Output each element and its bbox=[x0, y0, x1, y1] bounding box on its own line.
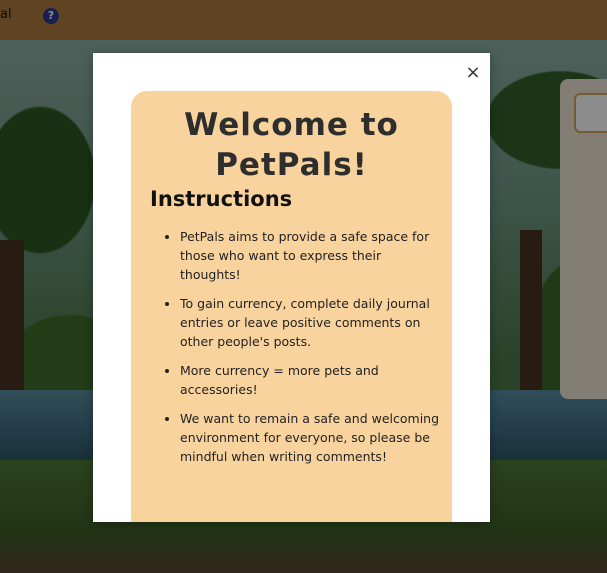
close-icon[interactable]: × bbox=[463, 63, 483, 83]
list-item: PetPals aims to provide a safe space for… bbox=[180, 227, 440, 284]
list-item: More currency = more pets and accessorie… bbox=[180, 361, 440, 399]
instructions-list: PetPals aims to provide a safe space for… bbox=[161, 227, 440, 476]
welcome-modal: × Welcome to PetPals! Instructions PetPa… bbox=[93, 53, 490, 522]
list-item: We want to remain a safe and welcoming e… bbox=[180, 409, 440, 466]
instructions-heading: Instructions bbox=[150, 187, 293, 211]
modal-title: Welcome to PetPals! bbox=[184, 107, 399, 183]
app-screen: al ? × Welcome to PetPals! Instructions … bbox=[0, 0, 607, 573]
list-item: To gain currency, complete daily journal… bbox=[180, 294, 440, 351]
instructions-card: Welcome to PetPals! Instructions PetPals… bbox=[131, 91, 452, 522]
